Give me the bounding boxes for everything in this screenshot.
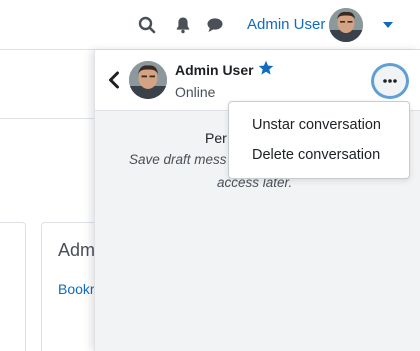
caret-down-icon[interactable] <box>383 22 393 28</box>
section-divider <box>0 118 94 119</box>
user-photo-icon <box>129 61 167 99</box>
conversation-name: Admin User <box>175 62 254 78</box>
card-link[interactable]: Bookr <box>58 281 95 297</box>
more-options-icon <box>383 79 397 83</box>
conversation-avatar <box>129 61 167 99</box>
unstar-conversation-item[interactable]: Unstar conversation <box>229 114 409 144</box>
bell-icon[interactable] <box>174 16 192 34</box>
search-icon[interactable] <box>138 16 156 34</box>
delete-conversation-item[interactable]: Delete conversation <box>229 144 409 174</box>
drawer-message-heading: Per <box>205 130 227 146</box>
chat-icon[interactable] <box>206 16 224 34</box>
card-partial <box>0 222 26 351</box>
card-title: Adm <box>58 240 96 260</box>
more-options-button[interactable] <box>371 63 409 99</box>
conversation-status: Online <box>175 84 216 100</box>
back-chevron-icon[interactable] <box>107 71 121 89</box>
top-navbar: Admin User <box>0 0 420 50</box>
drawer-message-line: Save draft mess <box>129 152 227 167</box>
avatar[interactable] <box>329 8 363 42</box>
user-menu-name[interactable]: Admin User <box>247 16 325 33</box>
messaging-drawer: Admin User Online Per Save draft mess ac… <box>94 50 420 351</box>
conversation-actions-menu: Unstar conversation Delete conversation <box>228 101 410 179</box>
user-photo-icon <box>329 8 363 42</box>
star-icon <box>258 60 274 75</box>
